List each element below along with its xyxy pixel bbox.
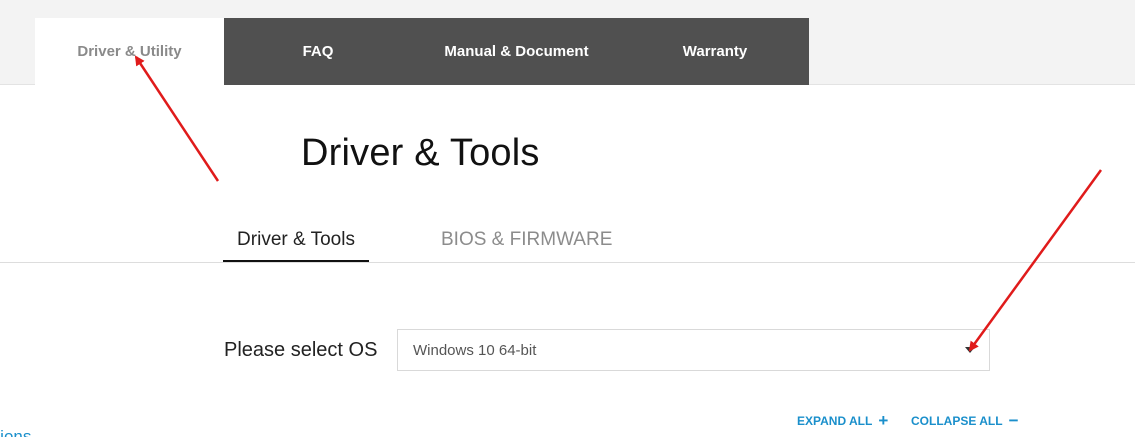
- tab-warranty[interactable]: Warranty: [621, 18, 809, 85]
- page-title: Driver & Tools: [301, 132, 540, 174]
- os-select-value: Windows 10 64-bit: [413, 342, 537, 359]
- subtab-driver-tools[interactable]: Driver & Tools: [223, 222, 369, 263]
- tab-faq-label: FAQ: [302, 43, 334, 60]
- collapse-all-label: COLLAPSE ALL: [911, 414, 1003, 428]
- collapse-all-button[interactable]: COLLAPSE ALL −: [911, 411, 1019, 430]
- tab-driver-utility-label: Driver & Utility: [77, 43, 182, 60]
- os-select-label: Please select OS: [224, 339, 378, 361]
- os-select-dropdown[interactable]: Windows 10 64-bit: [397, 329, 990, 371]
- tab-warranty-label: Warranty: [682, 43, 748, 60]
- partial-link[interactable]: ations: [0, 427, 31, 437]
- top-tabbar: Driver & Utility FAQ Manual & Document W…: [35, 18, 809, 85]
- minus-icon: −: [1008, 411, 1019, 430]
- subtab-bios-firmware[interactable]: BIOS & FIRMWARE: [441, 222, 612, 263]
- tab-manual-document[interactable]: Manual & Document: [412, 18, 621, 85]
- subtab-divider: [0, 262, 1135, 263]
- expand-all-button[interactable]: EXPAND ALL +: [797, 411, 889, 430]
- subtab-bar: Driver & Tools BIOS & FIRMWARE: [0, 222, 1135, 263]
- caret-down-icon: [965, 347, 975, 353]
- tab-faq[interactable]: FAQ: [224, 18, 412, 85]
- top-tab-band: Driver & Utility FAQ Manual & Document W…: [0, 0, 1135, 85]
- support-page: Driver & Utility FAQ Manual & Document W…: [0, 0, 1135, 437]
- tab-driver-utility[interactable]: Driver & Utility: [35, 18, 224, 85]
- expand-all-label: EXPAND ALL: [797, 414, 873, 428]
- tab-manual-document-label: Manual & Document: [444, 43, 589, 60]
- plus-icon: +: [878, 411, 889, 430]
